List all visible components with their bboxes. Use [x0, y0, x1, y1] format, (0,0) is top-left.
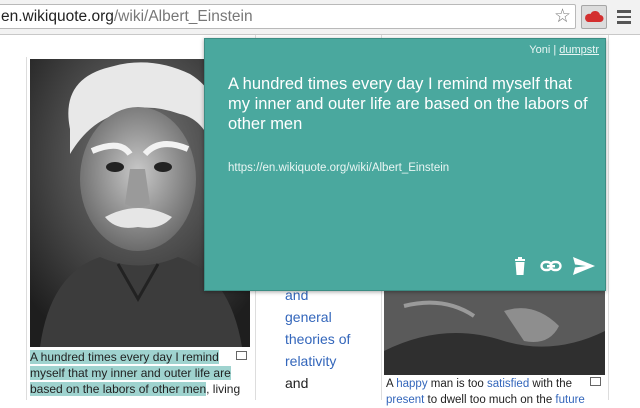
send-icon	[573, 257, 595, 275]
caption-text: with the	[529, 378, 573, 390]
copy-link-button[interactable]	[540, 255, 562, 277]
portrait-caption: A hundred times every day I remind mysel…	[30, 349, 252, 397]
star-icon[interactable]: ☆	[554, 6, 571, 28]
popup-user: Yoni | dumpstr	[529, 44, 599, 56]
source-url: https://en.wikiquote.org/wiki/Albert_Ein…	[228, 162, 450, 174]
highlighted-text: A hundred times every day I remind	[30, 350, 219, 364]
caption-text: man is too	[427, 378, 488, 390]
cloud-icon	[585, 10, 604, 22]
article-link[interactable]: general	[285, 309, 332, 325]
photo-caption: A happy man is too satisfied with the pr…	[386, 376, 608, 408]
caption-link[interactable]: happy	[396, 378, 427, 390]
article-link[interactable]: theories of	[285, 331, 350, 347]
delete-button[interactable]	[509, 255, 531, 277]
url-path: /wiki/Albert_Einstein	[113, 8, 253, 25]
url-text[interactable]: en.wikiquote.org/wiki/Albert_Einstein	[1, 8, 253, 26]
extension-button[interactable]	[581, 5, 607, 29]
trash-icon	[515, 257, 525, 275]
enlarge-icon[interactable]	[590, 377, 601, 386]
url-host: en.wikiquote.org	[1, 8, 114, 25]
article-text: and	[285, 375, 309, 391]
photo-image[interactable]	[384, 291, 605, 375]
extension-popup: Yoni | dumpstr A hundred times every day…	[204, 38, 606, 291]
caption-link[interactable]: satisfied	[487, 378, 529, 390]
hamburger-menu-icon[interactable]	[614, 7, 634, 27]
address-bar[interactable]: en.wikiquote.org/wiki/Albert_Einstein ☆	[0, 4, 576, 29]
caption-link[interactable]: present	[386, 394, 424, 406]
caption-text: A	[386, 378, 397, 390]
article-link[interactable]: relativity	[285, 353, 336, 369]
column-divider	[26, 57, 27, 400]
caption-link[interactable]: future	[555, 394, 584, 406]
highlighted-text: based on the labors of other men	[30, 382, 207, 396]
quote-text: A hundred times every day I remind mysel…	[228, 75, 588, 133]
user-name: Yoni	[529, 44, 551, 56]
column-divider	[608, 35, 609, 400]
caption-text: , living	[206, 382, 241, 396]
browser-toolbar: en.wikiquote.org/wiki/Albert_Einstein ☆	[0, 0, 640, 35]
caption-text: to dwell too much on the	[424, 394, 556, 406]
separator: |	[553, 44, 557, 56]
dumpstr-link[interactable]: dumpstr	[559, 44, 599, 56]
link-icon	[540, 260, 562, 272]
send-button[interactable]	[572, 255, 595, 277]
enlarge-icon[interactable]	[236, 351, 247, 360]
highlighted-text: myself that my inner and outer life are	[30, 366, 231, 380]
